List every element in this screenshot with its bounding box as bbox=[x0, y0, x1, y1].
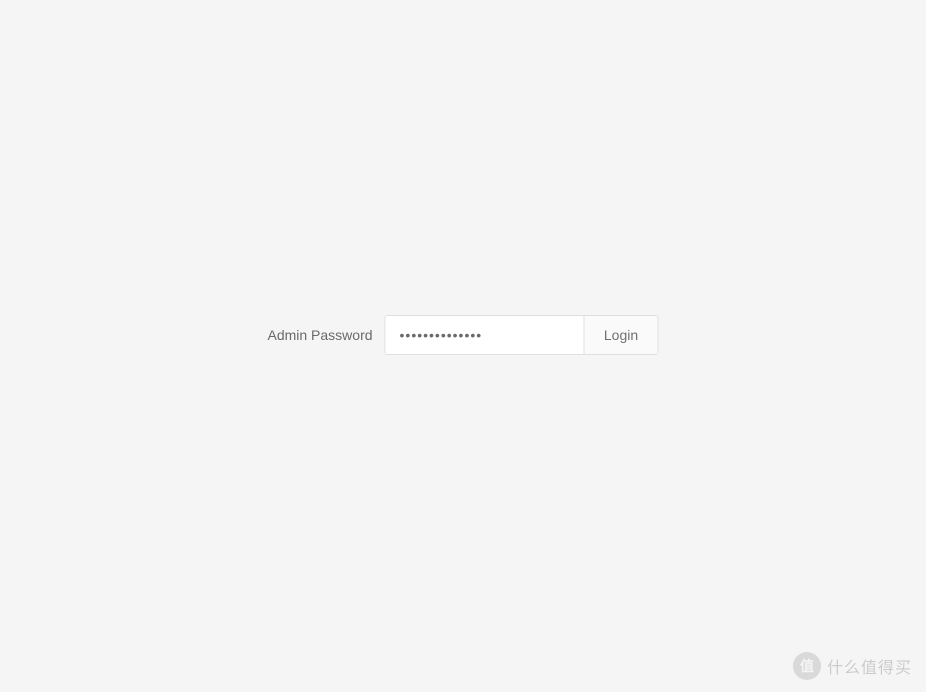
watermark-badge-icon: 值 bbox=[793, 652, 821, 680]
login-button[interactable]: Login bbox=[584, 316, 658, 354]
input-group: Login bbox=[385, 315, 659, 355]
watermark-icon-text: 值 bbox=[800, 656, 814, 676]
watermark-text: 什么值得买 bbox=[827, 654, 912, 678]
watermark: 值 什么值得买 bbox=[793, 652, 912, 680]
admin-password-input[interactable] bbox=[386, 316, 584, 354]
password-label: Admin Password bbox=[267, 327, 372, 343]
login-form: Admin Password Login bbox=[267, 315, 658, 355]
